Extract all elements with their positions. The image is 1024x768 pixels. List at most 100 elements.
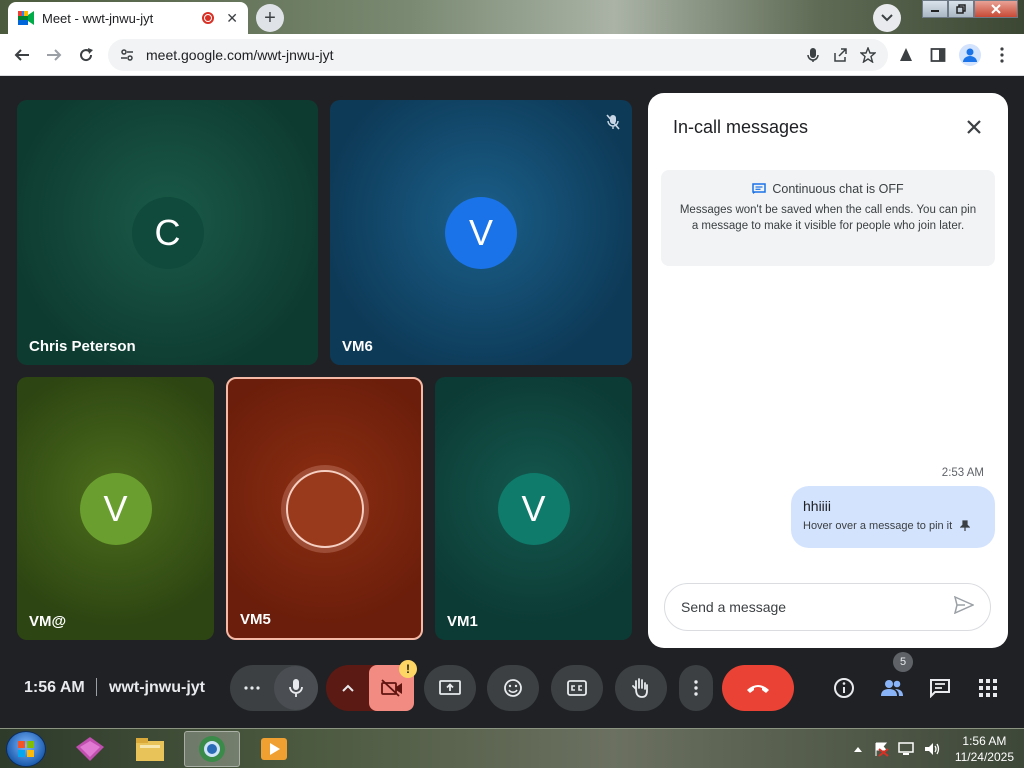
restore-button[interactable] bbox=[948, 0, 974, 18]
send-button[interactable] bbox=[953, 595, 975, 619]
window-controls bbox=[922, 0, 1018, 18]
windows-taskbar: 1:56 AM 11/24/2025 bbox=[0, 728, 1024, 768]
meeting-code: wwt-jnwu-jyt bbox=[109, 679, 205, 696]
people-icon bbox=[881, 680, 903, 696]
network-icon[interactable] bbox=[897, 741, 915, 757]
audio-control-group bbox=[230, 665, 318, 711]
reload-button[interactable] bbox=[74, 43, 98, 67]
extensions-icon[interactable] bbox=[894, 43, 918, 67]
meeting-details-button[interactable] bbox=[821, 665, 867, 711]
people-button[interactable]: 5 bbox=[869, 652, 915, 711]
chat-icon bbox=[752, 183, 767, 194]
avatar: V bbox=[445, 196, 517, 269]
url-text[interactable]: meet.google.com/wwt-jnwu-jyt bbox=[146, 47, 794, 63]
taskbar-date: 11/24/2025 bbox=[954, 750, 1014, 764]
participant-tile[interactable]: V VM1 bbox=[435, 377, 632, 640]
participant-tile[interactable]: C Chris Peterson bbox=[17, 100, 318, 365]
meet-call-area: C Chris Peterson V VM6 V VM@ VM5 V VM1 I… bbox=[0, 77, 1024, 728]
participant-name: VM6 bbox=[342, 338, 373, 355]
mic-off-icon bbox=[606, 114, 620, 135]
browser-tab-strip: Meet - wwt-jnwu-jyt ✕ + bbox=[0, 0, 1024, 34]
apps-grid-icon bbox=[979, 679, 997, 697]
message-text: hhiiii bbox=[803, 498, 832, 514]
system-tray: 1:56 AM 11/24/2025 bbox=[853, 729, 1014, 768]
participant-name: Chris Peterson bbox=[29, 338, 136, 355]
windows-logo-icon bbox=[18, 741, 34, 757]
bookmark-star-icon[interactable] bbox=[860, 47, 876, 63]
captions-icon bbox=[567, 680, 587, 696]
close-panel-button[interactable] bbox=[962, 115, 986, 139]
pin-icon[interactable] bbox=[960, 520, 971, 532]
chat-message[interactable]: hhiiii Hover over a message to pin it bbox=[791, 486, 995, 548]
window-close-button[interactable] bbox=[974, 0, 1018, 18]
tray-expand-icon[interactable] bbox=[853, 745, 863, 753]
microphone-permission-icon[interactable] bbox=[806, 47, 820, 63]
back-button[interactable] bbox=[10, 43, 34, 67]
start-button[interactable] bbox=[6, 731, 46, 767]
participant-tile-active-speaker[interactable]: VM5 bbox=[226, 377, 423, 640]
more-horizontal-icon bbox=[244, 686, 260, 690]
browser-icon bbox=[199, 736, 225, 762]
taskbar-clock[interactable]: 1:56 AM 11/24/2025 bbox=[955, 733, 1014, 765]
taskbar-app-paint[interactable] bbox=[62, 731, 118, 767]
close-icon bbox=[967, 120, 981, 134]
present-screen-button[interactable] bbox=[424, 665, 476, 711]
notice-body: Messages won't be saved when the call en… bbox=[679, 204, 977, 232]
minimize-button[interactable] bbox=[922, 0, 948, 18]
warning-badge: ! bbox=[399, 660, 417, 678]
send-message-input[interactable] bbox=[681, 599, 954, 615]
reactions-button[interactable] bbox=[487, 665, 539, 711]
site-info-icon[interactable] bbox=[120, 48, 134, 62]
action-center-icon[interactable] bbox=[873, 741, 889, 757]
address-bar[interactable]: meet.google.com/wwt-jnwu-jyt bbox=[108, 39, 888, 71]
share-icon[interactable] bbox=[832, 47, 848, 63]
minimize-icon bbox=[931, 10, 939, 12]
participant-tile[interactable]: V VM6 bbox=[330, 100, 632, 365]
emoji-icon bbox=[504, 679, 522, 697]
info-icon bbox=[834, 678, 854, 698]
in-call-messages-panel: In-call messages Continuous chat is OFF … bbox=[648, 93, 1008, 648]
leave-call-button[interactable] bbox=[722, 665, 794, 711]
participant-name: VM@ bbox=[29, 613, 67, 630]
chat-button[interactable] bbox=[917, 665, 963, 711]
avatar: V bbox=[79, 472, 152, 545]
activities-button[interactable] bbox=[965, 665, 1011, 711]
raise-hand-button[interactable] bbox=[615, 665, 667, 711]
taskbar-app-media[interactable] bbox=[246, 731, 302, 767]
browser-toolbar: meet.google.com/wwt-jnwu-jyt bbox=[0, 34, 1024, 76]
side-panel-icon[interactable] bbox=[926, 43, 950, 67]
recording-icon bbox=[202, 12, 215, 24]
audio-settings-button[interactable] bbox=[230, 686, 274, 690]
taskbar-app-explorer[interactable] bbox=[122, 731, 178, 767]
forward-button[interactable] bbox=[42, 43, 66, 67]
profile-avatar[interactable] bbox=[958, 43, 982, 67]
taskbar-app-chrome[interactable] bbox=[184, 731, 240, 767]
folder-icon bbox=[136, 738, 164, 761]
tab-close-icon[interactable]: ✕ bbox=[226, 10, 238, 27]
more-options-button[interactable] bbox=[679, 665, 713, 711]
microphone-button[interactable] bbox=[274, 666, 318, 710]
avatar bbox=[285, 469, 364, 548]
message-input-box[interactable] bbox=[664, 583, 991, 631]
browser-tab[interactable]: Meet - wwt-jnwu-jyt ✕ bbox=[8, 2, 248, 34]
raise-hand-icon bbox=[632, 678, 648, 698]
media-player-icon bbox=[261, 738, 287, 760]
arrow-right-icon bbox=[47, 49, 62, 61]
reload-icon bbox=[80, 48, 93, 62]
camera-off-icon bbox=[380, 679, 402, 697]
meeting-time: 1:56 AM bbox=[24, 679, 85, 696]
volume-icon[interactable] bbox=[923, 741, 941, 757]
video-settings-button[interactable] bbox=[326, 684, 369, 692]
tab-title: Meet - wwt-jnwu-jyt bbox=[42, 10, 154, 26]
browser-menu-icon[interactable] bbox=[990, 43, 1014, 67]
participant-tile[interactable]: V VM@ bbox=[17, 377, 214, 640]
captions-button[interactable] bbox=[551, 665, 603, 711]
continuous-chat-notice: Continuous chat is OFF Messages won't be… bbox=[661, 170, 995, 266]
taskbar-time: 1:56 AM bbox=[962, 734, 1007, 748]
pin-hint: Hover over a message to pin it bbox=[803, 520, 953, 532]
present-screen-icon bbox=[439, 680, 461, 695]
new-tab-button[interactable]: + bbox=[256, 4, 284, 32]
participant-count-badge: 5 bbox=[893, 652, 913, 672]
tab-search-button[interactable] bbox=[873, 4, 901, 32]
avatar: C bbox=[131, 196, 204, 269]
